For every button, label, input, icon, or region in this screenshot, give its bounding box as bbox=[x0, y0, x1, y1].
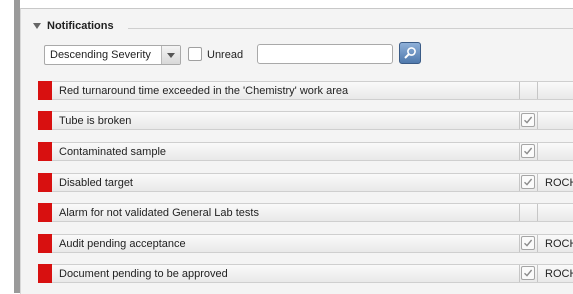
column-divider bbox=[519, 265, 520, 282]
check-icon bbox=[524, 239, 533, 247]
column-divider bbox=[519, 143, 520, 160]
owner-label: ROCH bbox=[545, 268, 573, 280]
owner-label: ROCH bbox=[545, 177, 573, 189]
notification-row[interactable]: Tube is broken bbox=[38, 111, 573, 130]
notifications-panel: Notifications Descending Severity Unread… bbox=[20, 8, 573, 294]
column-divider bbox=[519, 82, 520, 99]
section-divider bbox=[128, 28, 573, 29]
notification-text: Red turnaround time exceeded in the 'Che… bbox=[59, 85, 349, 97]
left-rail bbox=[0, 0, 14, 293]
sort-select[interactable]: Descending Severity bbox=[44, 45, 181, 65]
notification-row[interactable]: Alarm for not validated General Lab test… bbox=[38, 203, 573, 222]
notification-row[interactable]: Document pending to be approved ROCH bbox=[38, 264, 573, 283]
check-icon bbox=[524, 178, 533, 186]
collapse-triangle-icon[interactable] bbox=[33, 23, 41, 29]
unread-label: Unread bbox=[207, 49, 244, 61]
section-title: Notifications bbox=[47, 20, 114, 32]
notification-text: Alarm for not validated General Lab test… bbox=[59, 207, 259, 219]
check-icon bbox=[524, 116, 533, 124]
search-button[interactable] bbox=[399, 42, 421, 64]
severity-indicator bbox=[38, 81, 52, 100]
notification-row[interactable]: Disabled target ROCH bbox=[38, 173, 573, 192]
search-input[interactable] bbox=[257, 44, 393, 64]
sort-dropdown-button[interactable] bbox=[161, 46, 180, 64]
owner-label: ROCH bbox=[545, 238, 573, 250]
acknowledge-checkbox[interactable] bbox=[521, 236, 535, 250]
acknowledge-checkbox[interactable] bbox=[521, 113, 535, 127]
severity-indicator bbox=[38, 173, 52, 192]
severity-indicator bbox=[38, 264, 52, 283]
acknowledge-checkbox[interactable] bbox=[521, 175, 535, 189]
column-divider bbox=[537, 112, 538, 129]
column-divider bbox=[519, 112, 520, 129]
search-icon bbox=[404, 47, 416, 59]
severity-indicator bbox=[38, 142, 52, 161]
column-divider bbox=[537, 82, 538, 99]
acknowledge-checkbox[interactable] bbox=[521, 266, 535, 280]
chevron-down-icon bbox=[167, 53, 175, 58]
section-header[interactable]: Notifications bbox=[33, 20, 114, 32]
column-divider bbox=[537, 143, 538, 160]
column-divider bbox=[537, 174, 538, 191]
unread-checkbox[interactable] bbox=[188, 47, 202, 61]
notification-text: Document pending to be approved bbox=[59, 268, 228, 280]
notification-text: Disabled target bbox=[59, 177, 133, 189]
column-divider bbox=[519, 174, 520, 191]
check-icon bbox=[524, 147, 533, 155]
column-divider bbox=[537, 235, 538, 252]
severity-indicator bbox=[38, 203, 52, 222]
column-divider bbox=[537, 204, 538, 221]
notification-row[interactable]: Contaminated sample bbox=[38, 142, 573, 161]
severity-indicator bbox=[38, 111, 52, 130]
notification-text: Tube is broken bbox=[59, 115, 132, 127]
acknowledge-checkbox[interactable] bbox=[521, 144, 535, 158]
notification-row[interactable]: Audit pending acceptance ROCH bbox=[38, 234, 573, 253]
severity-indicator bbox=[38, 234, 52, 253]
column-divider bbox=[537, 265, 538, 282]
notification-text: Contaminated sample bbox=[59, 146, 167, 158]
notification-row[interactable]: Red turnaround time exceeded in the 'Che… bbox=[38, 81, 573, 100]
sort-select-value: Descending Severity bbox=[50, 49, 151, 61]
column-divider bbox=[519, 235, 520, 252]
column-divider bbox=[519, 204, 520, 221]
notification-text: Audit pending acceptance bbox=[59, 238, 186, 250]
check-icon bbox=[524, 269, 533, 277]
